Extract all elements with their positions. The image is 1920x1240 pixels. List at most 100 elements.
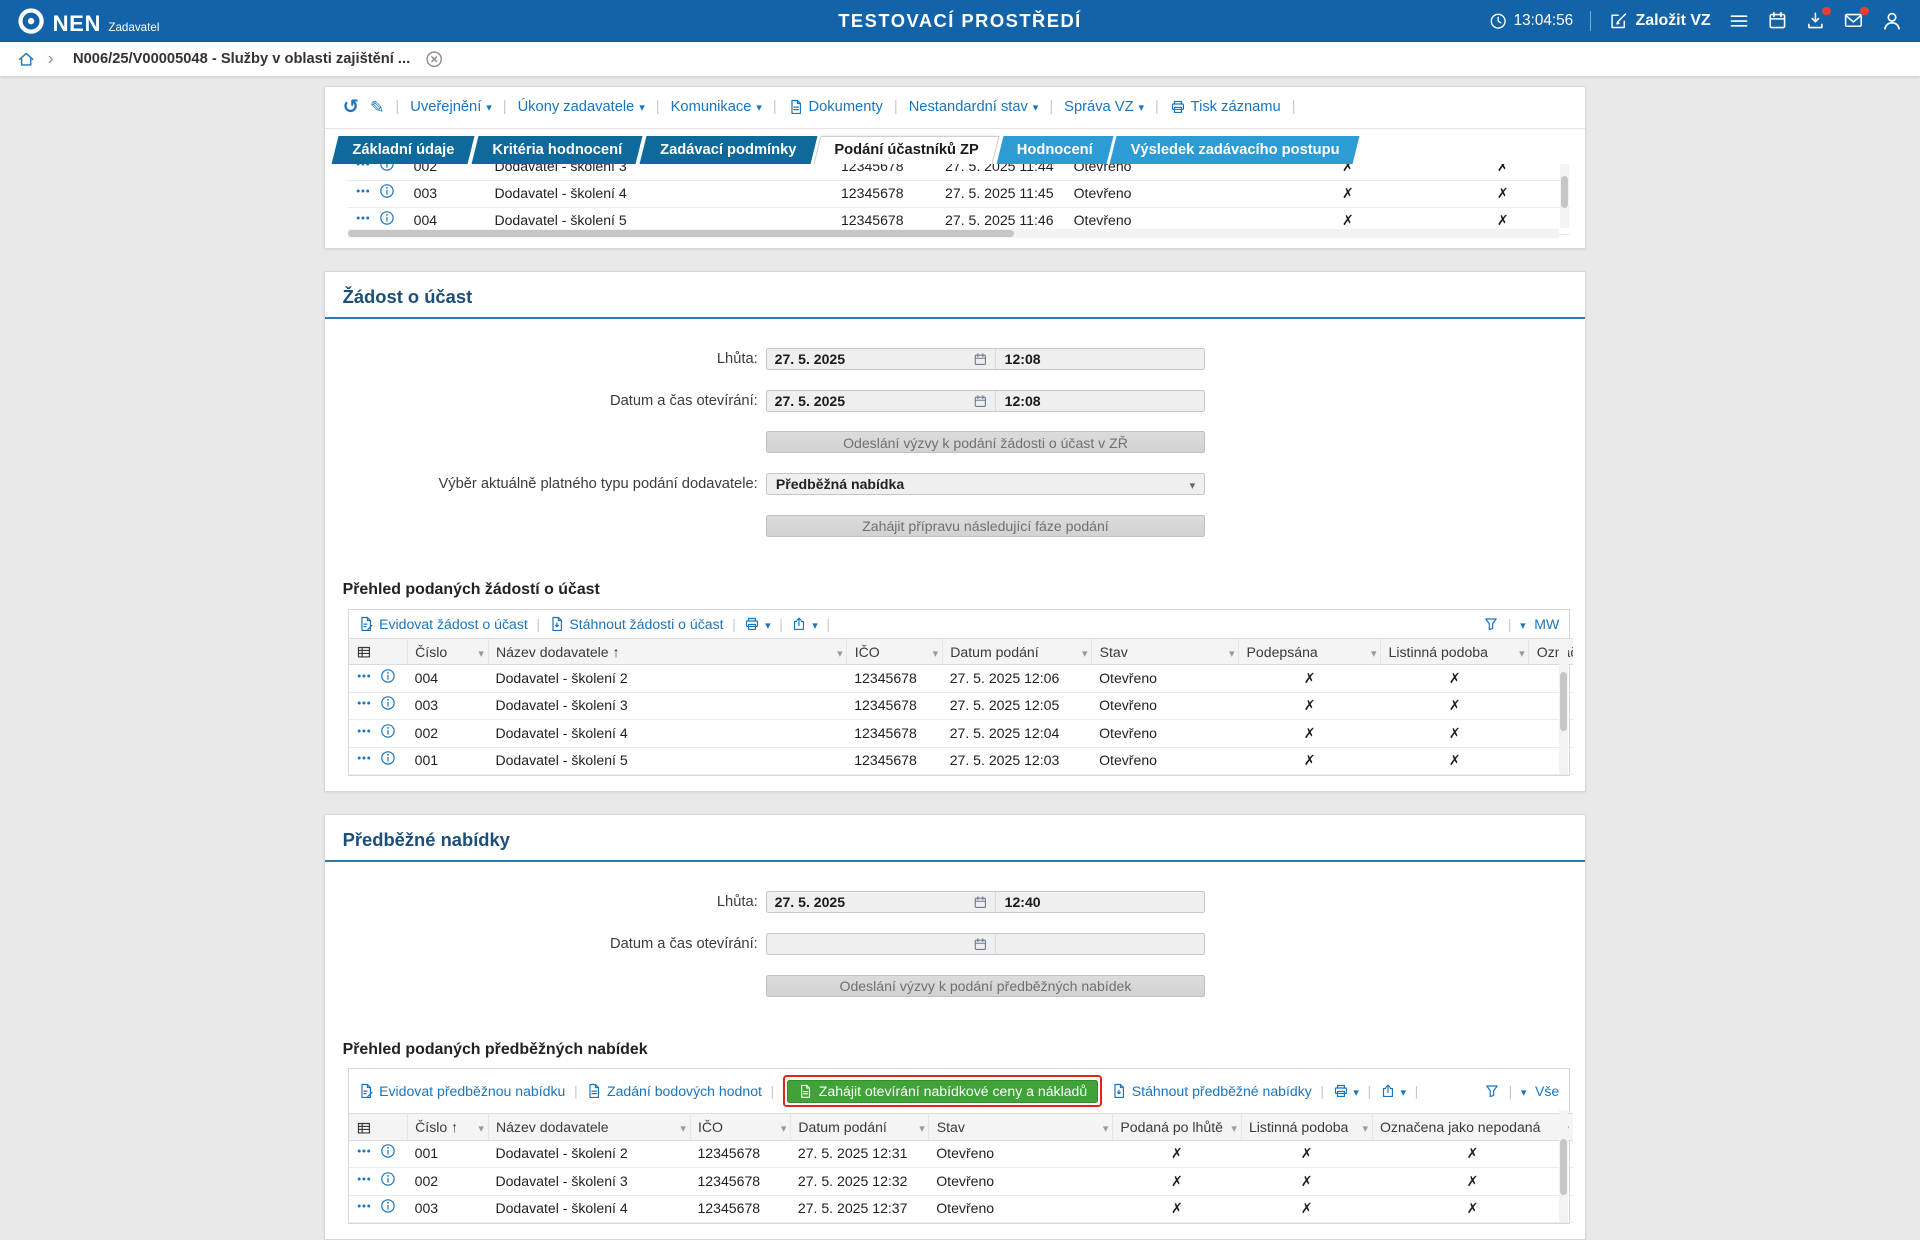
table-row[interactable]: 001 Dodavatel - školení 2 12345678 27. 5… [349,1141,1573,1168]
scrollbar-thumb[interactable] [1560,672,1566,731]
menu-nestandardni-stav[interactable]: Nestandardní stav [909,99,1039,115]
column-header[interactable]: Datum podání [942,638,1091,665]
filter-chevron-icon[interactable] [1103,1119,1109,1135]
close-record-button[interactable] [425,50,443,68]
table-row[interactable]: 002 Dodavatel - školení 4 12345678 27. 5… [349,720,1573,747]
column-header[interactable]: Listinná podoba [1241,1114,1372,1141]
print-button[interactable] [744,616,770,632]
menu-uverejneni[interactable]: Uveřejnění [410,99,491,115]
scrollbar-thumb[interactable] [348,230,1014,236]
filter-chevron-icon[interactable] [837,644,843,660]
tab-zadavaci-podminky[interactable]: Zadávací podmínky [643,136,814,164]
filter-chevron-icon[interactable] [1082,644,1088,660]
open-bid-price-button[interactable]: Zahájit otevírání nabídkové ceny a nákla… [787,1080,1098,1103]
calendar-icon[interactable] [973,394,988,409]
calendar-icon[interactable] [973,937,988,952]
row-menu-icon[interactable] [355,210,371,226]
row-menu-icon[interactable] [356,750,372,766]
time-value[interactable] [995,934,1204,954]
tab-zakladni-udaje[interactable]: Základní údaje [335,136,471,164]
time-value[interactable]: 12:08 [995,349,1204,369]
start-next-phase-button[interactable]: Zahájit přípravu následující fáze podání [766,515,1204,537]
filter-button[interactable] [1483,616,1499,632]
filter-chevron-icon[interactable] [933,644,939,660]
menu-sprava-vz[interactable]: Správa VZ [1064,99,1144,115]
column-header[interactable]: IČO [847,638,943,665]
history-button[interactable] [343,95,359,119]
menu-komunikace[interactable]: Komunikace [671,99,762,115]
column-header[interactable]: Stav [1092,638,1239,665]
row-menu-icon[interactable] [356,1171,372,1187]
time-value[interactable]: 12:08 [995,391,1204,411]
menu-ukony-zadavatele[interactable]: Úkony zadavatele [518,99,645,115]
tab-vysledek-zadavaciho-postupu[interactable]: Výsledek zadávacího postupu [1113,136,1356,164]
table-row[interactable]: 004 Dodavatel - školení 2 12345678 27. 5… [349,665,1573,692]
info-icon[interactable] [380,1143,396,1159]
chevron-down-icon[interactable] [1520,616,1526,632]
zadani-bodovych-hodnot-button[interactable]: Zadání bodových hodnot [586,1083,762,1099]
edit-record-button[interactable] [370,97,384,118]
row-menu-icon[interactable] [356,668,372,684]
create-vz-button[interactable]: Založit VZ [1609,11,1711,31]
filter-chevron-icon[interactable] [1519,644,1525,660]
table-row[interactable]: 003 Dodavatel - školení 3 12345678 27. 5… [349,692,1573,719]
filter-chevron-icon[interactable] [478,1119,484,1135]
table-row[interactable]: 002 Dodavatel - školení 3 12345678 27. 5… [348,164,1571,180]
scrollbar-thumb[interactable] [1561,176,1567,208]
row-menu-icon[interactable] [355,164,371,171]
filter-chevron-icon[interactable] [919,1119,925,1135]
user-icon[interactable] [1881,10,1903,32]
breadcrumb-record-link[interactable]: N006/25/V00005048 - Služby v oblasti zaj… [73,51,410,67]
otevirani-datetime-field[interactable] [766,933,1204,955]
export-button[interactable] [1380,1083,1406,1099]
lhuta-datetime-field[interactable]: 27. 5. 2025 12:40 [766,891,1204,913]
downloads-button[interactable] [1805,10,1826,31]
info-icon[interactable] [380,723,396,739]
stahnout-nabidky-button[interactable]: Stáhnout předběžné nabídky [1111,1083,1312,1099]
row-menu-icon[interactable] [356,1198,372,1214]
info-icon[interactable] [379,164,395,171]
filter-chevron-icon[interactable] [781,1119,787,1135]
calendar-icon[interactable] [973,895,988,910]
info-icon[interactable] [380,695,396,711]
column-header[interactable]: Datum podání [791,1114,929,1141]
column-settings-button[interactable] [349,1114,408,1141]
row-menu-icon[interactable] [356,723,372,739]
scrollbar-thumb[interactable] [1560,1139,1566,1195]
home-button[interactable] [17,50,35,68]
table-row[interactable]: 003 Dodavatel - školení 4 12345678 27. 5… [348,180,1571,207]
stahnout-zadosti-button[interactable]: Stáhnout žádosti o účast [549,616,724,632]
row-menu-icon[interactable] [356,1143,372,1159]
typ-podani-select[interactable]: Předběžná nabídka [766,473,1204,495]
column-header[interactable]: Číslo [407,638,488,665]
filter-chevron-icon[interactable] [680,1119,686,1135]
column-header[interactable]: Stav [929,1114,1113,1141]
column-header[interactable]: Název dodavatele↑ [488,638,847,665]
otevirani-datetime-field[interactable]: 27. 5. 2025 12:08 [766,390,1204,412]
table-row[interactable]: 003 Dodavatel - školení 4 12345678 27. 5… [349,1195,1573,1222]
evidovat-zadost-button[interactable]: Evidovat žádost o účast [358,616,527,632]
menu-icon[interactable] [1728,10,1750,32]
column-header[interactable]: Listinná podoba [1381,638,1529,665]
row-menu-icon[interactable] [355,183,371,199]
send-zadost-call-button[interactable]: Odeslání výzvy k podání žádosti o účast … [766,431,1204,453]
table-row[interactable]: 001 Dodavatel - školení 5 12345678 27. 5… [349,747,1573,774]
filter-chevron-icon[interactable] [1231,1119,1237,1135]
column-header[interactable]: Podepsána [1239,638,1381,665]
info-icon[interactable] [380,1171,396,1187]
column-header[interactable]: Podaná po lhůtě [1113,1114,1242,1141]
evidovat-nabidku-button[interactable]: Evidovat předběžnou nabídku [358,1083,565,1099]
column-header[interactable]: IČO [690,1114,790,1141]
column-header[interactable]: Název dodavatele [488,1114,690,1141]
column-header[interactable]: Označena jako nepodaná [1372,1114,1573,1141]
info-icon[interactable] [379,183,395,199]
lhuta-datetime-field[interactable]: 27. 5. 2025 12:08 [766,348,1204,370]
table-row[interactable]: 002 Dodavatel - školení 3 12345678 27. 5… [349,1168,1573,1195]
info-icon[interactable] [380,668,396,684]
calendar-icon[interactable] [1767,10,1788,31]
print-button[interactable] [1333,1083,1359,1099]
filter-chevron-icon[interactable] [1229,644,1235,660]
filter-chevron-icon[interactable] [1371,644,1377,660]
time-value[interactable]: 12:40 [995,892,1204,912]
info-icon[interactable] [380,1198,396,1214]
